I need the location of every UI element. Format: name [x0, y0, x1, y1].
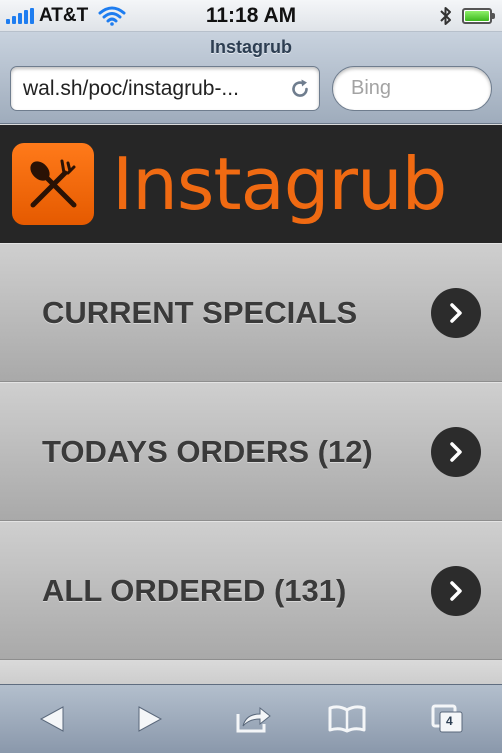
chevron-right-icon[interactable]: [431, 287, 481, 338]
menu-item-all-ordered[interactable]: ALL ORDERED (131): [0, 521, 502, 660]
url-field[interactable]: wal.sh/poc/instagrub-...: [10, 66, 320, 111]
status-bar: AT&T 11:18 AM: [0, 0, 502, 32]
share-icon: [236, 706, 271, 733]
tab-count: 4: [446, 714, 453, 728]
bookmarks-button[interactable]: [327, 701, 367, 737]
menu-item-label: CURRENT SPECIALS: [42, 294, 358, 330]
tabs-button[interactable]: 4: [428, 701, 468, 737]
reload-icon[interactable]: [289, 78, 311, 100]
browser-bar: Instagrub wal.sh/poc/instagrub-...: [0, 32, 502, 124]
url-text: wal.sh/poc/instagrub-...: [23, 76, 239, 100]
menu-footer-strip: [0, 660, 502, 684]
forward-icon: [138, 706, 163, 732]
menu-item-current-specials[interactable]: CURRENT SPECIALS: [0, 243, 502, 382]
menu-item-todays-orders[interactable]: TODAYS ORDERS (12): [0, 382, 502, 521]
chevron-right-icon[interactable]: [431, 426, 481, 477]
chevron-right-icon[interactable]: [431, 565, 481, 616]
menu-item-label: ALL ORDERED (131): [42, 572, 347, 608]
app-header: Instagrub: [0, 125, 502, 243]
back-button[interactable]: [32, 701, 72, 737]
signal-strength-icon: [6, 7, 34, 24]
forward-button[interactable]: [130, 701, 170, 737]
app-logo-text: Instagrub: [112, 142, 447, 226]
fork-spoon-icon: [12, 143, 94, 225]
search-input[interactable]: [332, 66, 492, 111]
battery-icon: [462, 8, 495, 24]
share-button[interactable]: [233, 701, 273, 737]
bookmarks-icon: [328, 705, 366, 733]
page-title: Instagrub: [209, 37, 292, 57]
carrier-label: AT&T: [39, 4, 89, 26]
menu-item-label: TODAYS ORDERS (12): [42, 433, 373, 469]
wifi-icon: [98, 6, 126, 26]
bluetooth-icon: [440, 7, 451, 25]
browser-toolbar: 4: [0, 684, 502, 753]
main-menu: CURRENT SPECIALS TODAYS ORDERS (12) ALL …: [0, 243, 502, 660]
back-icon: [39, 706, 64, 732]
